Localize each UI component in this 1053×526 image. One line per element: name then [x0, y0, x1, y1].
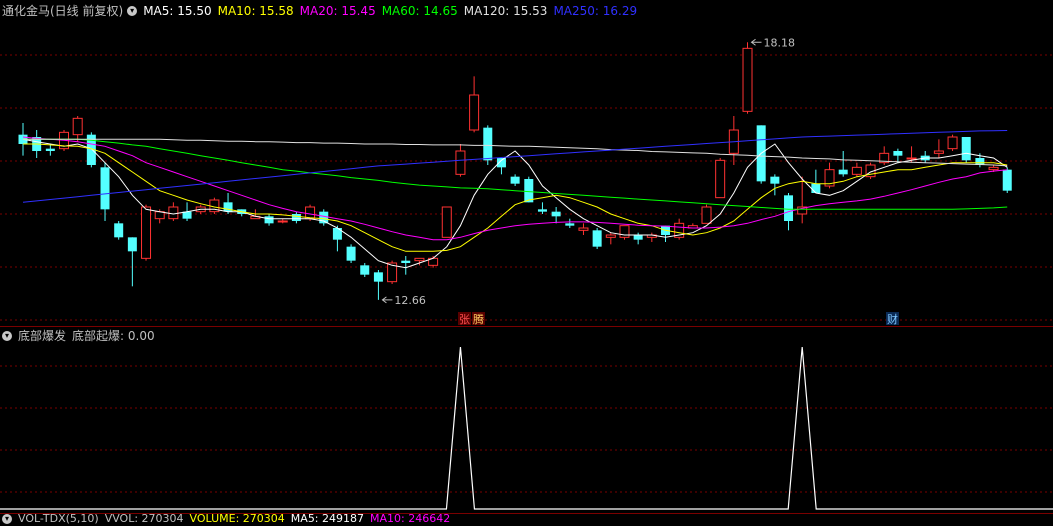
ma5-line [22, 138, 1008, 269]
candle[interactable] [770, 176, 780, 184]
low-price-label: 12.66 [394, 294, 426, 307]
candle[interactable] [346, 246, 356, 261]
candle[interactable] [277, 220, 288, 223]
ma120-line [23, 138, 1008, 167]
candle[interactable] [784, 195, 794, 221]
event-tag[interactable]: 腾 [473, 312, 484, 326]
candle[interactable] [127, 237, 137, 252]
volume-toggle-icon[interactable]: ▾ [2, 514, 12, 524]
candle[interactable] [319, 211, 329, 224]
candle[interactable] [906, 157, 917, 160]
candle[interactable] [455, 150, 466, 175]
limit-up-tag[interactable]: 张 [459, 313, 470, 326]
candle[interactable] [933, 150, 944, 154]
indicator-value: 底部起爆: 0.00 [72, 329, 155, 343]
vol-ma5-label: MA5: 249187 [290, 512, 365, 525]
finance-report-tag[interactable]: 财 [887, 312, 898, 326]
candle[interactable] [441, 206, 452, 238]
ma20-line [22, 136, 1008, 241]
candle[interactable] [141, 206, 152, 259]
candle[interactable] [605, 234, 616, 238]
candle[interactable] [947, 136, 958, 150]
indicator-chart[interactable] [0, 345, 1053, 513]
vvol-label: VVOL: 270304 [104, 512, 184, 525]
candle[interactable] [469, 94, 480, 131]
candle[interactable] [360, 265, 370, 275]
high-arrow-icon [750, 38, 762, 46]
candle[interactable] [114, 223, 124, 238]
candle[interactable] [619, 225, 630, 238]
candle[interactable] [401, 260, 411, 263]
candle[interactable] [701, 206, 712, 224]
candle[interactable] [373, 272, 383, 282]
candle[interactable] [510, 176, 520, 184]
candle[interactable] [551, 211, 561, 217]
volume-name[interactable]: VOL-TDX(5,10) [18, 512, 99, 526]
vol-ma10-label: MA10: 246642 [370, 512, 451, 525]
candle[interactable] [633, 235, 643, 240]
candle[interactable] [565, 223, 575, 226]
candle[interactable] [483, 127, 493, 161]
signal-line [0, 346, 1053, 510]
candle[interactable] [291, 214, 301, 221]
price-chart[interactable]: 18.18 12.66 张 腾 财 [0, 18, 1053, 326]
candle[interactable] [45, 148, 55, 151]
candlestick-chart[interactable]: 18.18 12.66 张 腾 财 [0, 18, 1053, 326]
indicator-name[interactable]: 底部爆发 [18, 327, 66, 345]
candle[interactable] [496, 158, 506, 168]
candle[interactable] [838, 169, 848, 175]
low-arrow-icon [381, 296, 393, 304]
candle[interactable] [100, 167, 110, 210]
indicator-toggle-icon[interactable]: ▾ [2, 331, 12, 341]
candle[interactable] [893, 151, 903, 156]
candle[interactable] [537, 209, 547, 212]
settings-toggle-icon[interactable]: ▾ [127, 6, 138, 16]
volume-header: ▾ VOL-TDX(5,10) VVOL: 270304 VOLUME: 270… [0, 512, 456, 526]
candle[interactable] [961, 137, 971, 161]
candle[interactable] [851, 166, 862, 175]
signal-chart[interactable] [0, 345, 1053, 513]
indicator-header: ▾ 底部爆发 底部起爆: 0.00 [0, 327, 161, 345]
candle[interactable] [168, 206, 179, 220]
candle[interactable] [414, 257, 425, 262]
candle[interactable] [742, 47, 753, 112]
candle[interactable] [715, 159, 726, 199]
ma250-line [22, 130, 1008, 203]
candle[interactable] [988, 166, 999, 171]
candle[interactable] [1002, 169, 1012, 191]
candle[interactable] [72, 117, 83, 136]
high-price-label: 18.18 [764, 36, 796, 49]
candle[interactable] [811, 183, 821, 193]
candle[interactable] [524, 179, 534, 203]
candle[interactable] [578, 227, 589, 231]
candle[interactable] [592, 230, 602, 247]
candle[interactable] [264, 216, 274, 224]
volume-label: VOLUME: 270304 [189, 512, 285, 525]
